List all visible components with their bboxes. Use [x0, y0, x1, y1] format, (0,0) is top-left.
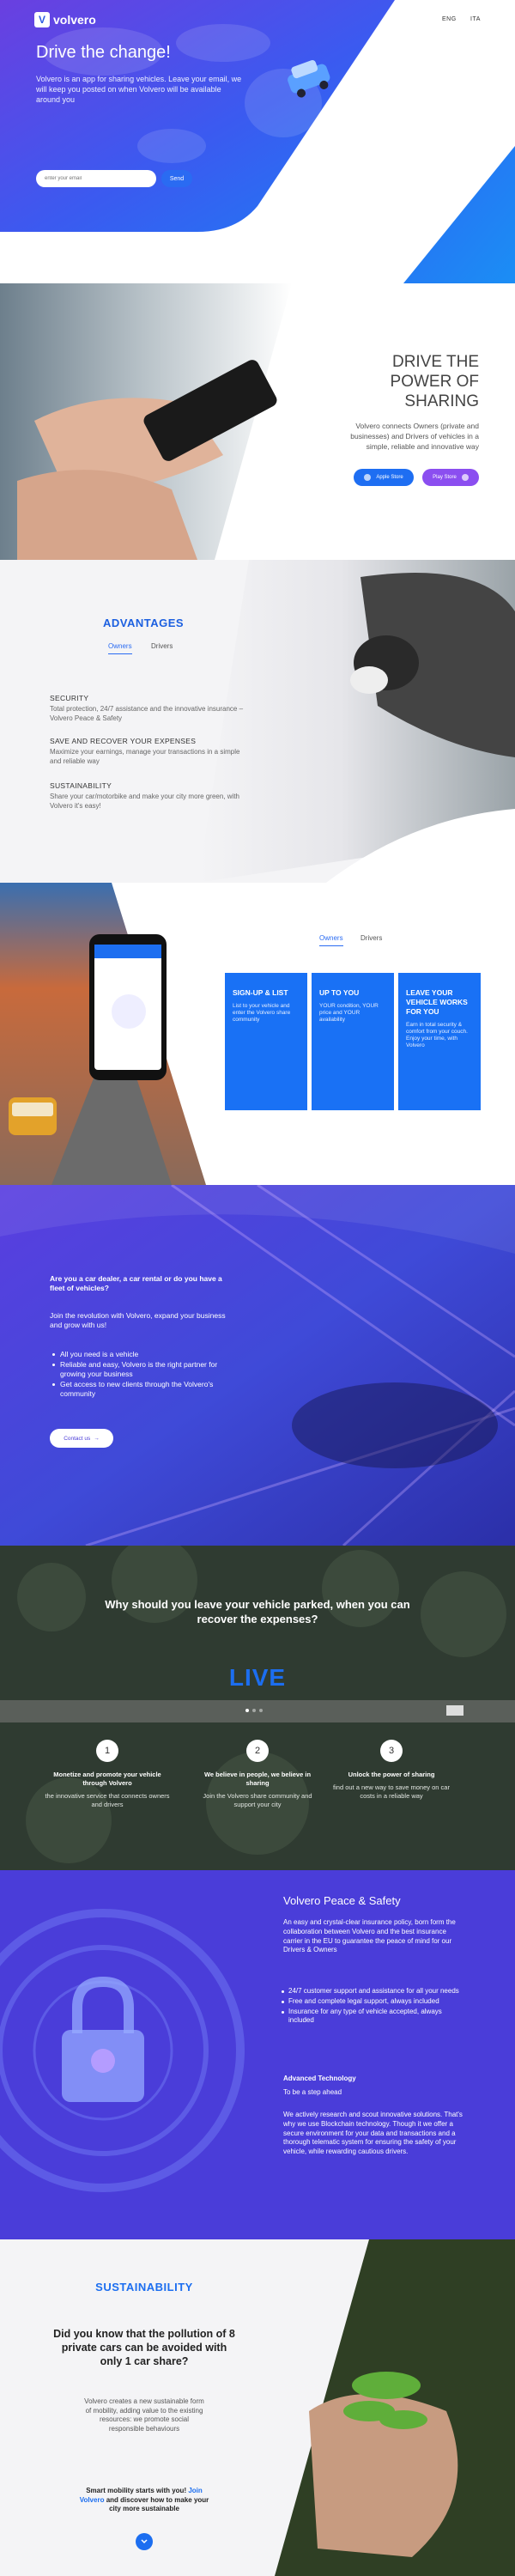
share-title: DRIVE THE POWER OF SHARING [390, 353, 479, 410]
advantage-item: SUSTAINABILITY Share your car/motorbike … [50, 781, 247, 811]
dealer-list: All you need is a vehicle Reliable and e… [52, 1350, 232, 1400]
scroll-down-button[interactable] [136, 2533, 153, 2550]
play-icon [461, 474, 469, 481]
advantage-heading: SUSTAINABILITY [50, 781, 112, 790]
list-item: Insurance for any type of vehicle accept… [282, 2008, 464, 2026]
advantage-item: SAVE AND RECOVER YOUR EXPENSES Maximize … [50, 737, 247, 766]
carousel-dot[interactable] [252, 1709, 256, 1712]
list-item: 24/7 customer support and assistance for… [282, 1987, 464, 1996]
live-headline: LIVE [228, 1664, 287, 1691]
contact-us-button[interactable]: Contact us → [50, 1429, 113, 1448]
sustainability-cta: Smart mobility starts with you! Join Vol… [76, 2487, 213, 2514]
tab-owners[interactable]: Owners [319, 934, 343, 946]
feature-item: Unlock the power of sharing find out a n… [327, 1771, 456, 1801]
feature-heading: Unlock the power of sharing [348, 1771, 435, 1778]
feature-text: the innovative service that connects own… [45, 1792, 170, 1808]
forest-road-background [0, 1546, 515, 1870]
logo-mark: V [34, 12, 50, 27]
step-card: UP TO YOU YOUR condition, YOUR price and… [312, 973, 394, 1110]
chevron-down-icon [141, 2539, 148, 2544]
peace-safety-section: Volvero Peace & Safety An easy and cryst… [0, 1870, 515, 2239]
tab-owners[interactable]: Owners [108, 642, 132, 654]
card-text: Earn in total security & comfort from yo… [406, 1022, 468, 1048]
brand-name: volvero [53, 13, 96, 27]
play-store-label: Play Store [433, 475, 457, 480]
share-section: DRIVE THE POWER OF SHARING Volvero conne… [0, 283, 515, 560]
cta-text: Smart mobility starts with you! [86, 2487, 187, 2494]
list-item: Get access to new clients through the Vo… [52, 1380, 232, 1399]
step-number: 1 [96, 1740, 118, 1762]
card-text: List to your vehicle and enter the Volve… [233, 1003, 291, 1023]
hero-section: V volvero ENG ITA Drive the change! Volv… [0, 0, 515, 283]
brand-logo[interactable]: V volvero [34, 12, 96, 27]
email-input[interactable] [36, 170, 156, 187]
apple-icon [364, 474, 372, 481]
peace-title: Volvero Peace & Safety [283, 1894, 401, 1907]
advantage-text: Share your car/motorbike and make your c… [50, 793, 239, 810]
carousel-dots[interactable] [245, 1709, 263, 1712]
carousel-dot[interactable] [245, 1709, 249, 1712]
peace-list: 24/7 customer support and assistance for… [282, 1987, 464, 2026]
feature-heading: We believe in people, we believe in shar… [203, 1771, 312, 1787]
lang-eng[interactable]: ENG [442, 16, 457, 22]
hero-text: Volvero is an app for sharing vehicles. … [36, 75, 242, 104]
lang-ita[interactable]: ITA [470, 16, 481, 22]
card-heading: UP TO YOU [319, 988, 360, 997]
play-store-button[interactable]: Play Store [422, 469, 479, 486]
tech-text: We actively research and scout innovativ… [283, 2111, 463, 2156]
advantage-text: Total protection, 24/7 assistance and th… [50, 705, 244, 722]
how-it-works-section: Owners Drivers SIGN-UP & LIST List to yo… [0, 883, 515, 1185]
dealer-question: Are you a car dealer, a car rental or do… [50, 1274, 222, 1292]
send-button[interactable]: Send [161, 170, 192, 187]
apple-store-label: Apple Store [376, 475, 403, 480]
tab-drivers[interactable]: Drivers [360, 934, 382, 945]
card-heading: SIGN-UP & LIST [233, 988, 288, 997]
advantage-text: Maximize your earnings, manage your tran… [50, 748, 240, 765]
list-item: Free and complete legal support, always … [282, 1997, 464, 2007]
step-card: SIGN-UP & LIST List to your vehicle and … [225, 973, 307, 1110]
step-number: 3 [380, 1740, 403, 1762]
step-card: LEAVE YOUR VEHICLE WORKS FOR YOU Earn in… [398, 973, 481, 1110]
arrow-right-icon: → [94, 1435, 100, 1442]
carousel-dot[interactable] [259, 1709, 263, 1712]
dealer-subtitle: Join the revolution with Volvero, expand… [50, 1311, 226, 1329]
feature-item: We believe in people, we believe in shar… [193, 1771, 322, 1809]
list-item: All you need is a vehicle [52, 1350, 232, 1359]
feature-text: Join the Volvero share community and sup… [203, 1792, 312, 1808]
advantage-heading: SAVE AND RECOVER YOUR EXPENSES [50, 737, 197, 745]
live-question: Why should you leave your vehicle parked… [105, 1598, 410, 1625]
tab-drivers[interactable]: Drivers [151, 642, 173, 653]
feature-heading: Monetize and promote your vehicle throug… [53, 1771, 161, 1787]
share-text: Volvero connects Owners (private and bus… [350, 422, 479, 451]
advantages-section: ADVANTAGES Owners Drivers SECURITY Total… [0, 560, 515, 883]
advantage-heading: SECURITY [50, 694, 89, 702]
feature-item: Monetize and promote your vehicle throug… [43, 1771, 172, 1809]
sustainability-text: Volvero creates a new sustainable form o… [84, 2397, 204, 2433]
peace-intro: An easy and crystal-clear insurance poli… [283, 1918, 456, 1954]
apple-store-button[interactable]: Apple Store [354, 469, 414, 486]
tech-heading: Advanced Technology [283, 2075, 356, 2082]
tech-subtitle: To be a step ahead [283, 2088, 342, 2096]
list-item: Reliable and easy, Volvero is the right … [52, 1360, 232, 1379]
feature-text: find out a new way to save money on car … [333, 1783, 450, 1800]
hero-title: Drive the change! [36, 43, 171, 62]
card-text: YOUR condition, YOUR price and YOUR avai… [319, 1003, 379, 1023]
sustainability-question: Did you know that the pollution of 8 pri… [53, 2328, 235, 2367]
live-section: Why should you leave your vehicle parked… [0, 1546, 515, 1870]
contact-label: Contact us [64, 1435, 91, 1442]
cta-text: and discover how to make your city more … [106, 2495, 209, 2513]
advantage-item: SECURITY Total protection, 24/7 assistan… [50, 694, 247, 723]
step-number: 2 [246, 1740, 269, 1762]
card-heading: LEAVE YOUR VEHICLE WORKS FOR YOU [406, 988, 468, 1016]
sustainability-section: SUSTAINABILITY Did you know that the pol… [0, 2239, 515, 2576]
sustainability-title: SUSTAINABILITY [95, 2281, 193, 2293]
dealer-section: Are you a car dealer, a car rental or do… [0, 1185, 515, 1546]
advantages-title: ADVANTAGES [103, 617, 185, 629]
